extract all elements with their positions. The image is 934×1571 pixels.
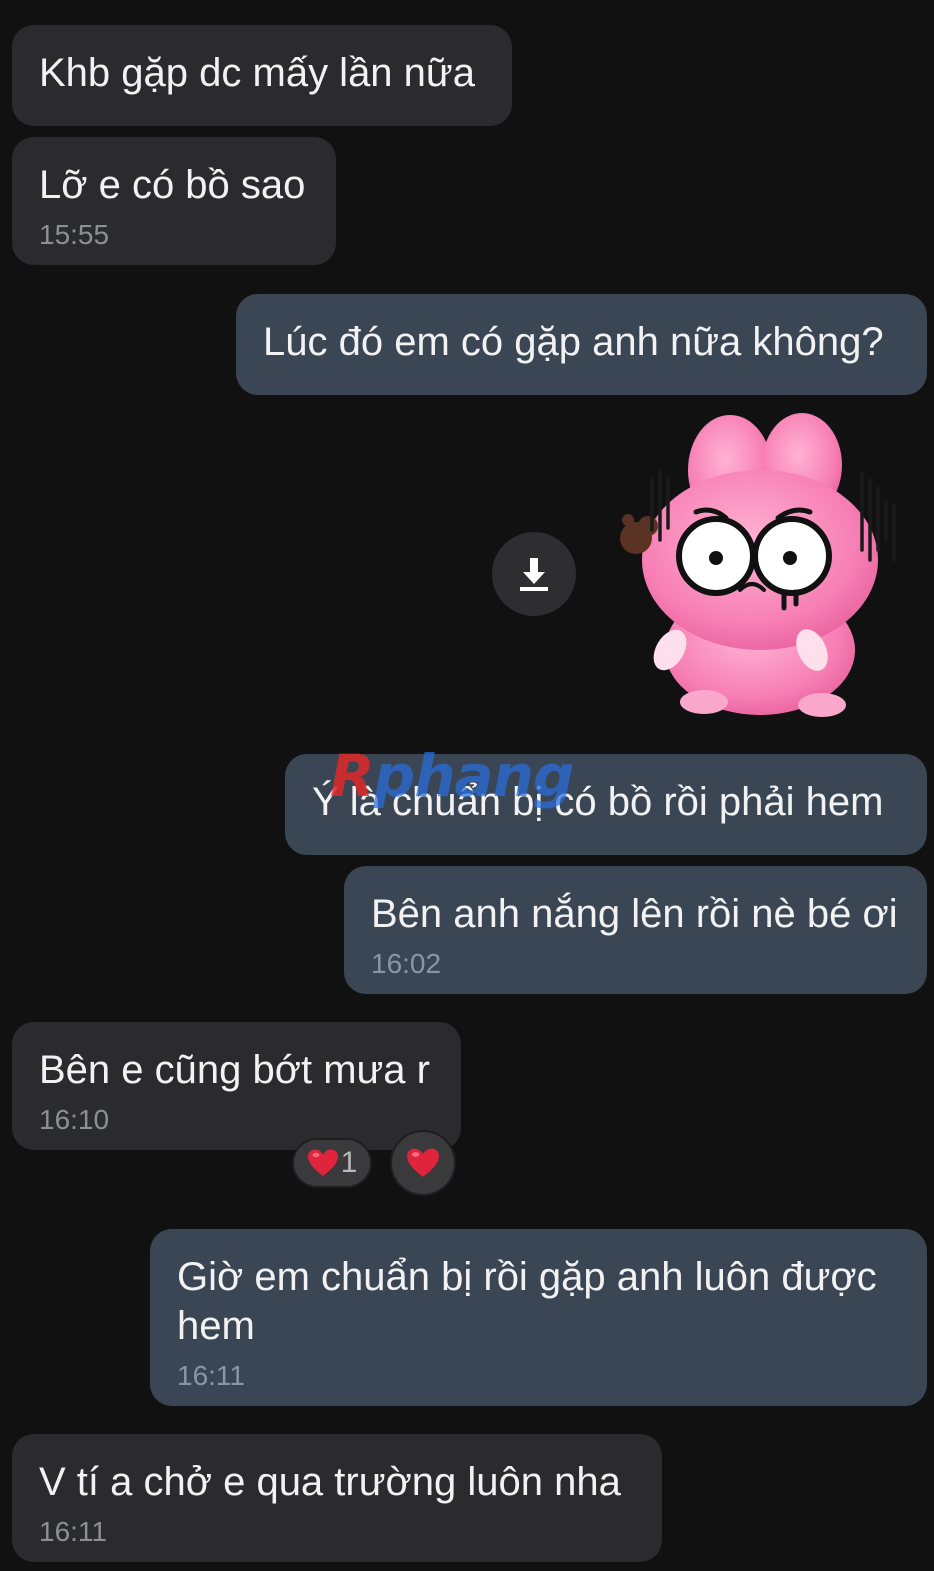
reaction-count: 1 [340, 1146, 358, 1179]
message-text: Ý là chuẩn bị có bồ rồi phải hem [312, 780, 884, 824]
message-text: Bên e cũng bớt mưa r [39, 1048, 430, 1092]
download-button[interactable] [492, 532, 576, 616]
message-text: Giờ em chuẩn bị rồi gặp anh luôn được he… [177, 1255, 877, 1348]
message-timestamp: 16:11 [39, 1516, 107, 1547]
message-timestamp: 16:11 [177, 1360, 245, 1391]
download-icon [520, 558, 548, 591]
heart-icon [407, 1148, 439, 1177]
message-text: Bên anh nắng lên rồi nè bé ơi [371, 892, 898, 936]
message-timestamp: 15:55 [39, 219, 110, 250]
message-timestamp: 16:02 [371, 948, 442, 979]
sticker-image [620, 413, 896, 717]
message-text: Lúc đó em có gặp anh nữa không? [263, 320, 884, 364]
message-bubble-incoming[interactable]: V tí a chở e qua trường luôn nha 16:11 [12, 1434, 662, 1562]
message-timestamp: 16:10 [39, 1104, 110, 1135]
message-text: Lỡ e có bồ sao [39, 163, 306, 207]
message-bubble-outgoing[interactable]: Bên anh nắng lên rồi nè bé ơi 16:02 [344, 866, 927, 994]
reaction-heart-count[interactable]: 1 [292, 1138, 372, 1188]
message-text: Khb gặp dc mấy lần nữa [39, 51, 475, 95]
message-bubble-outgoing[interactable]: Lúc đó em có gặp anh nữa không? [236, 294, 927, 395]
message-bubble-outgoing[interactable]: Ý là chuẩn bị có bồ rồi phải hem [285, 754, 927, 855]
add-reaction-button[interactable] [390, 1130, 456, 1196]
message-bubble-incoming[interactable]: Lỡ e có bồ sao 15:55 [12, 137, 336, 265]
message-bubble-incoming[interactable]: Khb gặp dc mấy lần nữa [12, 25, 512, 126]
message-text: V tí a chở e qua trường luôn nha [39, 1460, 621, 1504]
message-bubble-incoming[interactable]: Bên e cũng bớt mưa r 16:10 [12, 1022, 461, 1150]
message-bubble-outgoing[interactable]: Giờ em chuẩn bị rồi gặp anh luôn được he… [150, 1229, 927, 1406]
pink-rabbit-worried-sticker[interactable] [612, 410, 912, 725]
heart-icon [307, 1149, 338, 1176]
